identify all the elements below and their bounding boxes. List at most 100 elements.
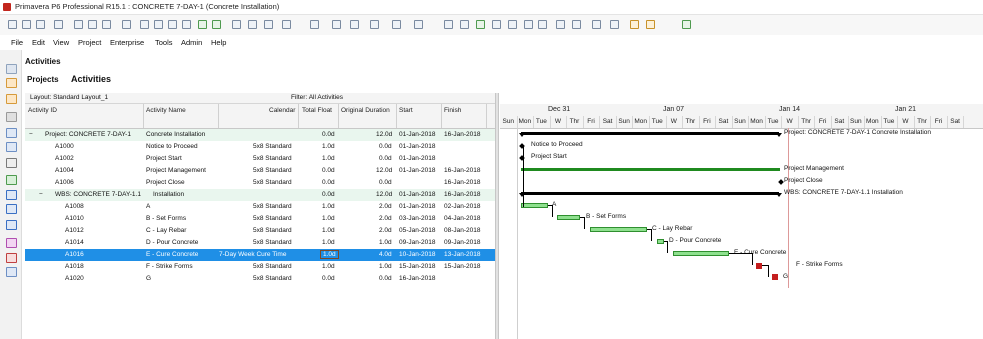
table-row[interactable]: A1008 A 5x8 Standard 1.0d 2.0d 01-Jan-20…: [25, 201, 495, 213]
menu-file[interactable]: File: [11, 38, 23, 47]
paste-icon[interactable]: [102, 20, 111, 29]
project-row[interactable]: − Project: CONCRETE 7-DAY-1 Concrete Ins…: [25, 129, 495, 141]
table-row[interactable]: A1010 B - Set Forms 5x8 Standard 1.0d 2.…: [25, 213, 495, 225]
tracking-icon[interactable]: [476, 20, 485, 29]
gantt-bar-a1018[interactable]: [756, 263, 762, 269]
col-original-duration[interactable]: Original Duration: [341, 107, 390, 114]
collapse-toggle[interactable]: −: [29, 131, 33, 138]
wbs-row[interactable]: − WBS: CONCRETE 7-DAY-1.1 Installation 0…: [25, 189, 495, 201]
bars-icon[interactable]: [392, 20, 401, 29]
milestone-a1020[interactable]: [772, 274, 778, 280]
print-preview-icon[interactable]: [22, 20, 31, 29]
filter-label[interactable]: Filter: All Activities: [291, 94, 343, 101]
gantt-bar-a1010[interactable]: [557, 215, 580, 220]
comment-icon[interactable]: [646, 20, 655, 29]
work-products-nav-icon[interactable]: [6, 267, 17, 277]
col-finish[interactable]: Finish: [444, 107, 461, 114]
total-float[interactable]: 1.0d: [320, 250, 339, 259]
menu-admin[interactable]: Admin: [181, 38, 202, 47]
layout-icon[interactable]: [370, 20, 379, 29]
gantt-bar-wbs[interactable]: [521, 192, 779, 195]
calendar: 5x8 Standard: [253, 239, 292, 246]
user-icon[interactable]: [6, 128, 17, 138]
col-activity-id[interactable]: Activity ID: [28, 107, 57, 114]
undo-icon[interactable]: [54, 20, 63, 29]
menu-edit[interactable]: Edit: [32, 38, 45, 47]
col-start[interactable]: Start: [399, 107, 413, 114]
move-up-icon[interactable]: [140, 20, 149, 29]
collapse-icon[interactable]: [538, 20, 547, 29]
activities-nav-icon[interactable]: [6, 94, 17, 104]
gantt-bar-a1014[interactable]: [657, 239, 664, 244]
gantt-bar-project[interactable]: [521, 132, 779, 135]
gantt-bar-a1004[interactable]: [521, 168, 780, 171]
collapse-toggle[interactable]: −: [39, 191, 43, 198]
table-row[interactable]: A1004 Project Management 5x8 Standard 0.…: [25, 165, 495, 177]
help-icon[interactable]: [682, 20, 691, 29]
eps-nav-icon[interactable]: [6, 204, 17, 214]
note-icon[interactable]: [630, 20, 639, 29]
back-icon[interactable]: [6, 64, 17, 74]
table-row[interactable]: A1012 C - Lay Rebar 5x8 Standard 1.0d 2.…: [25, 225, 495, 237]
move-down-icon[interactable]: [154, 20, 163, 29]
menu-project[interactable]: Project: [78, 38, 101, 47]
scissors-icon[interactable]: [492, 20, 501, 29]
tab-activities[interactable]: Activities: [71, 74, 111, 84]
cut-icon[interactable]: [74, 20, 83, 29]
table-row[interactable]: A1002 Project Start 5x8 Standard 1.0d 0.…: [25, 153, 495, 165]
table-row[interactable]: A1006 Project Close 5x8 Standard 0.0d 0.…: [25, 177, 495, 189]
copy-icon[interactable]: [88, 20, 97, 29]
link-icon[interactable]: [198, 20, 207, 29]
layout-dropdown[interactable]: Layout: Standard Layout_1: [30, 94, 108, 101]
notebook-icon[interactable]: [264, 20, 273, 29]
pin-icon[interactable]: [508, 20, 517, 29]
thresholds-nav-icon[interactable]: [6, 238, 17, 248]
table-row-selected[interactable]: A1016 E - Cure Concrete 7-Day Week Cure …: [25, 249, 495, 261]
resources-icon[interactable]: [6, 142, 17, 152]
timescale-icon[interactable]: [414, 20, 423, 29]
print-icon[interactable]: [8, 20, 17, 29]
spell-check-icon[interactable]: [460, 20, 469, 29]
unlink-icon[interactable]: [212, 20, 221, 29]
tracking-nav-icon[interactable]: [6, 175, 17, 185]
table-row[interactable]: A1018 F - Strike Forms 5x8 Standard 1.0d…: [25, 261, 495, 273]
reports-icon[interactable]: [444, 20, 453, 29]
reports-nav-icon[interactable]: [6, 158, 17, 168]
menu-enterprise[interactable]: Enterprise: [110, 38, 144, 47]
send-icon[interactable]: [36, 20, 45, 29]
assign-icon[interactable]: [232, 20, 241, 29]
group-sort-icon[interactable]: [332, 20, 341, 29]
pane-splitter[interactable]: [495, 93, 499, 339]
menu-view[interactable]: View: [53, 38, 69, 47]
zoom-out-icon[interactable]: [572, 20, 581, 29]
schedule-icon[interactable]: [282, 20, 291, 29]
expand-icon[interactable]: [524, 20, 533, 29]
filter-icon[interactable]: [350, 20, 359, 29]
gantt-bar-a1012[interactable]: [590, 227, 647, 232]
wbs-nav-icon[interactable]: [6, 190, 17, 200]
go-to-icon[interactable]: [610, 20, 619, 29]
risks-nav-icon[interactable]: [6, 253, 17, 263]
milestone-a1006[interactable]: [778, 179, 784, 185]
col-total-float[interactable]: Total Float: [302, 107, 332, 114]
projects-nav-icon[interactable]: [6, 112, 17, 122]
table-row[interactable]: A1014 D - Pour Concrete 5x8 Standard 1.0…: [25, 237, 495, 249]
gantt-bar-a1008[interactable]: [521, 203, 548, 208]
table-row[interactable]: A1020 G 5x8 Standard 0.0d 0.0d 16-Jan-20…: [25, 273, 495, 285]
menu-tools[interactable]: Tools: [155, 38, 173, 47]
columns-icon[interactable]: [310, 20, 319, 29]
gantt-bar-a1016[interactable]: [673, 251, 729, 256]
table-row[interactable]: A1000 Notice to Proceed 5x8 Standard 1.0…: [25, 141, 495, 153]
menu-help[interactable]: Help: [211, 38, 226, 47]
scroll-to-icon[interactable]: [592, 20, 601, 29]
issues-nav-icon[interactable]: [6, 220, 17, 230]
outdent-icon[interactable]: [182, 20, 191, 29]
indent-icon[interactable]: [168, 20, 177, 29]
add-icon[interactable]: [122, 20, 131, 29]
steps-icon[interactable]: [248, 20, 257, 29]
col-calendar[interactable]: Calendar: [269, 107, 295, 114]
col-activity-name[interactable]: Activity Name: [146, 107, 186, 114]
zoom-in-icon[interactable]: [556, 20, 565, 29]
home-icon[interactable]: [6, 78, 17, 88]
tab-projects[interactable]: Projects: [27, 75, 59, 84]
